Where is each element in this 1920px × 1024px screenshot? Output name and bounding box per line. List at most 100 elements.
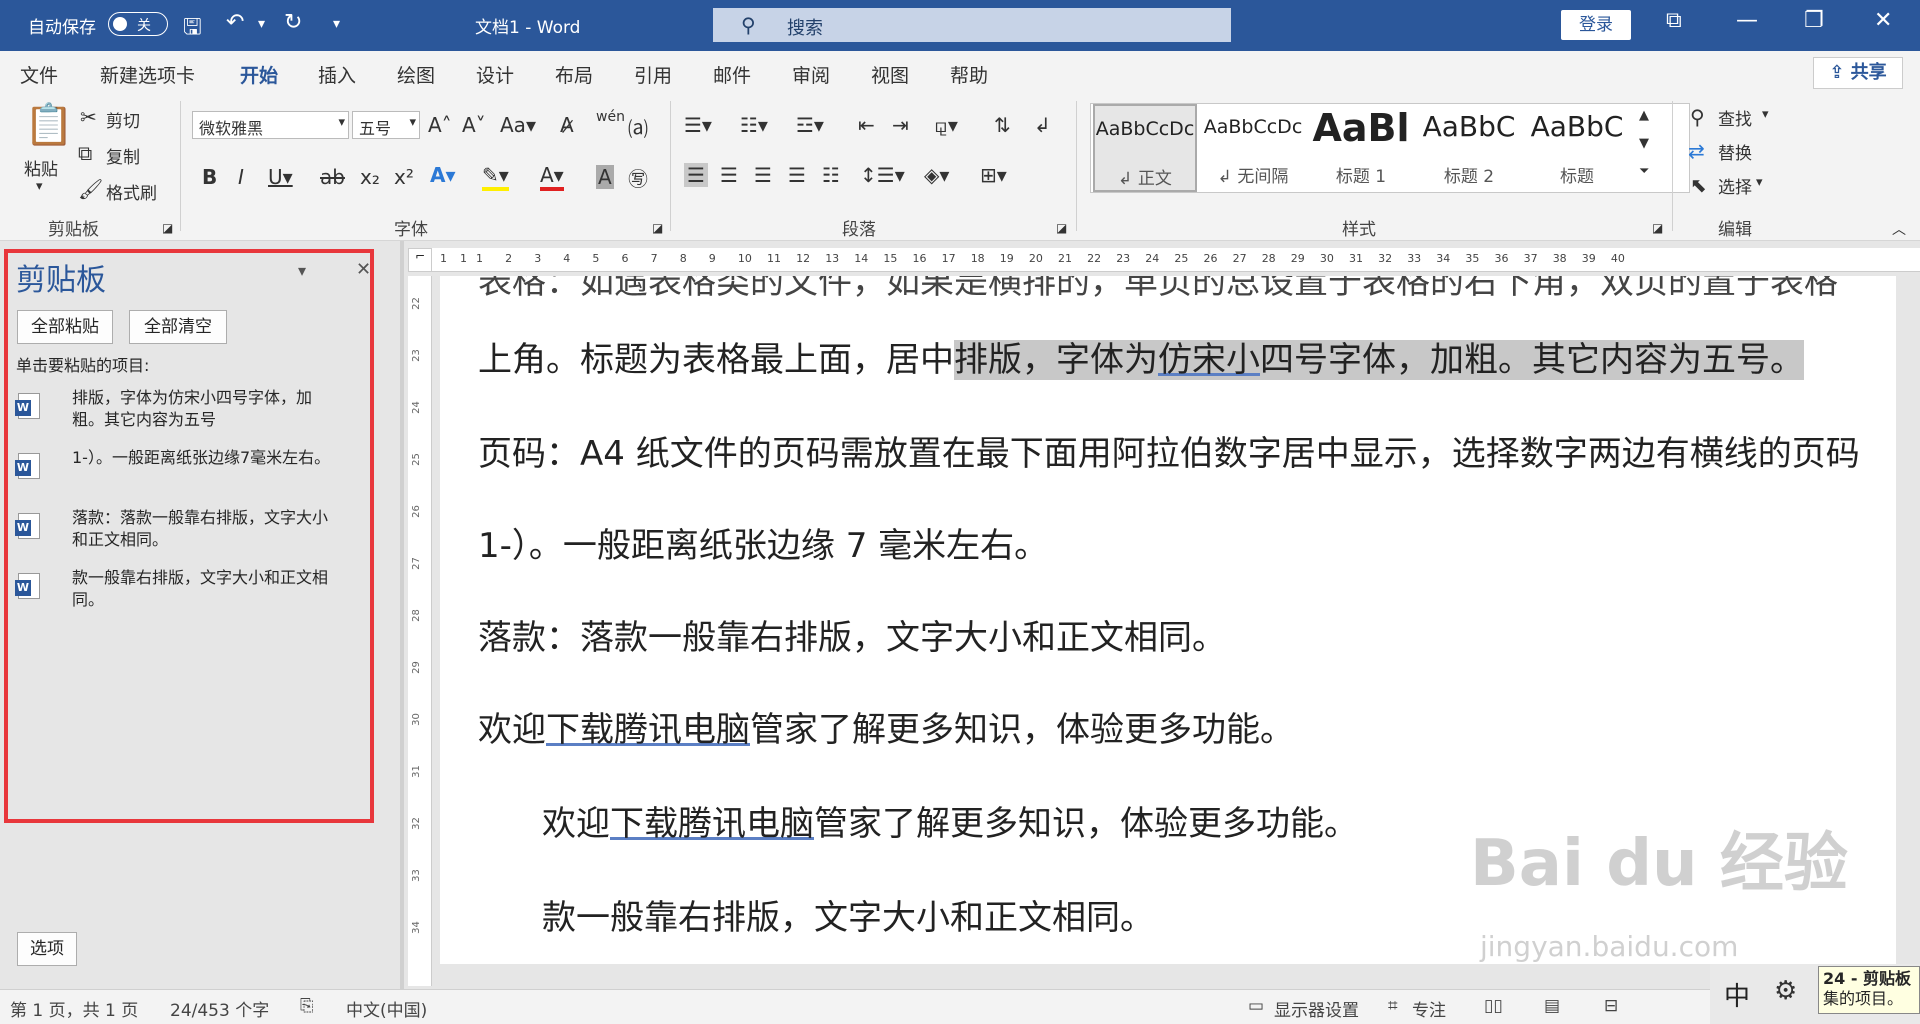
- justify-icon[interactable]: ☰: [788, 163, 806, 187]
- share-button[interactable]: ⇪ 共享: [1813, 57, 1903, 89]
- style-normal[interactable]: AaBbCcDc ↲ 正文: [1093, 104, 1197, 192]
- word-count[interactable]: 24/453 个字: [170, 996, 269, 1021]
- print-layout-icon[interactable]: ▤: [1544, 996, 1560, 1016]
- close-icon[interactable]: ✕: [1874, 8, 1892, 33]
- language[interactable]: 中文(中国): [346, 996, 427, 1021]
- style-heading-1[interactable]: AaBl 标题 1: [1311, 104, 1411, 192]
- select-icon[interactable]: ⬉: [1690, 173, 1707, 197]
- phonetic-guide-icon[interactable]: wén: [596, 109, 625, 125]
- pane-splitter[interactable]: [400, 241, 404, 993]
- style-no-spacing[interactable]: AaBbCcDc ↲ 无间隔: [1201, 104, 1305, 192]
- bold-icon[interactable]: B: [202, 165, 217, 189]
- copy-icon[interactable]: ⧉: [78, 141, 92, 165]
- font-family-select[interactable]: 微软雅黑 ▾: [192, 111, 349, 139]
- change-case-icon[interactable]: Aa▾: [500, 113, 536, 137]
- collapse-ribbon-icon[interactable]: ︿: [1892, 219, 1906, 239]
- undo-dropdown-icon[interactable]: ▾: [258, 16, 265, 32]
- display-settings-icon[interactable]: ▭: [1248, 996, 1264, 1016]
- focus-icon[interactable]: ⌗: [1388, 996, 1398, 1016]
- styles-more-icon[interactable]: ⏷: [1639, 164, 1649, 179]
- clipboard-item[interactable]: 1-）。一般距离纸张边缘7毫米左右。: [15, 447, 348, 493]
- clipboard-item[interactable]: 款一般靠右排版，文字大小和正文相同。: [15, 567, 348, 613]
- bullets-icon[interactable]: ☰▾: [684, 113, 712, 137]
- clipboard-item[interactable]: 落款：落款一般靠右排版，文字大小和正文相同。: [15, 507, 348, 553]
- web-layout-icon[interactable]: ⊟: [1604, 996, 1618, 1016]
- ime-indicator[interactable]: 中: [1724, 976, 1750, 1013]
- vertical-ruler[interactable]: 22 23 24 25 26 27 28 29 30 31 32 33 34: [408, 276, 432, 986]
- paste-all-button[interactable]: 全部粘贴: [17, 310, 113, 344]
- replace-label[interactable]: 替换: [1718, 139, 1752, 164]
- sort-icon[interactable]: ⇅: [994, 113, 1011, 137]
- focus-mode[interactable]: 专注: [1412, 996, 1446, 1021]
- shrink-font-icon[interactable]: A˅: [462, 113, 486, 137]
- styles-launcher-icon[interactable]: ◪: [1652, 221, 1663, 235]
- clear-all-button[interactable]: 全部清空: [129, 310, 227, 344]
- find-label[interactable]: 查找: [1718, 105, 1752, 130]
- align-center-icon[interactable]: ☰: [720, 163, 738, 187]
- tab-references[interactable]: 引用: [634, 61, 672, 88]
- redo-icon[interactable]: ↻: [284, 10, 302, 35]
- settings-gear-icon[interactable]: ⚙: [1774, 976, 1797, 1006]
- italic-icon[interactable]: I: [238, 165, 244, 189]
- minimize-icon[interactable]: —: [1736, 8, 1758, 33]
- paste-label[interactable]: 粘贴: [24, 155, 58, 180]
- tab-help[interactable]: 帮助: [950, 61, 988, 88]
- tab-mailings[interactable]: 邮件: [713, 61, 751, 88]
- find-dropdown-icon[interactable]: ▾: [1762, 107, 1769, 122]
- clipboard-item[interactable]: 排版，字体为仿宋小四号字体，加粗。其它内容为五号: [15, 387, 348, 433]
- customize-toolbar-icon[interactable]: ▾: [333, 16, 340, 32]
- align-left-icon[interactable]: ☰: [684, 163, 708, 187]
- cut-label[interactable]: 剪切: [106, 107, 140, 132]
- vertical-scrollbar[interactable]: [1896, 276, 1920, 964]
- show-marks-icon[interactable]: ↲: [1034, 113, 1051, 137]
- replace-icon[interactable]: ⇄: [1688, 139, 1705, 163]
- font-color-icon[interactable]: A▾: [540, 163, 564, 191]
- grow-font-icon[interactable]: A˄: [428, 113, 452, 137]
- restore-icon[interactable]: ❐: [1804, 8, 1824, 33]
- tab-selector-icon[interactable]: ⌐: [408, 248, 432, 272]
- highlight-icon[interactable]: ✎▾: [482, 163, 509, 191]
- pane-options-dropdown-icon[interactable]: ▾: [298, 261, 306, 280]
- tab-view[interactable]: 视图: [871, 61, 909, 88]
- subscript-icon[interactable]: x₂: [360, 165, 380, 189]
- tab-layout[interactable]: 布局: [555, 61, 593, 88]
- copy-label[interactable]: 复制: [106, 143, 140, 168]
- enclose-char-icon[interactable]: ㊢: [628, 163, 648, 192]
- tab-review[interactable]: 审阅: [792, 61, 830, 88]
- cut-icon[interactable]: ✂: [80, 105, 97, 129]
- find-icon[interactable]: ⚲: [1690, 105, 1705, 129]
- shading-icon[interactable]: ◈▾: [924, 163, 949, 187]
- tab-draw[interactable]: 绘图: [397, 61, 435, 88]
- ribbon-display-icon[interactable]: ⧉: [1666, 8, 1682, 33]
- paste-dropdown-icon[interactable]: ▾: [36, 179, 43, 194]
- underline-icon[interactable]: U▾: [268, 165, 293, 189]
- tab-file[interactable]: 文件: [20, 61, 58, 88]
- align-right-icon[interactable]: ☰: [754, 163, 772, 187]
- paragraph-launcher-icon[interactable]: ◪: [1056, 221, 1067, 235]
- proofing-icon[interactable]: ⎘: [300, 996, 314, 1016]
- font-size-select[interactable]: 五号 ▾: [352, 111, 420, 139]
- tab-new[interactable]: 新建选项卡: [100, 61, 195, 88]
- paste-icon[interactable]: 📋: [24, 101, 74, 148]
- clipboard-launcher-icon[interactable]: ◪: [162, 221, 173, 235]
- login-button[interactable]: 登录: [1561, 10, 1631, 40]
- clear-format-icon[interactable]: A̷: [560, 113, 574, 137]
- options-button[interactable]: 选项: [17, 932, 77, 966]
- read-mode-icon[interactable]: ▯▯: [1484, 996, 1503, 1016]
- superscript-icon[interactable]: x²: [394, 165, 414, 189]
- borders-icon[interactable]: ⊞▾: [980, 163, 1007, 187]
- format-painter-label[interactable]: 格式刷: [106, 179, 157, 204]
- char-shading-icon[interactable]: A: [596, 165, 614, 189]
- format-painter-icon[interactable]: 🖌: [78, 177, 103, 201]
- increase-indent-icon[interactable]: ⇥: [892, 113, 909, 137]
- select-label[interactable]: 选择: [1718, 173, 1752, 198]
- decrease-indent-icon[interactable]: ⇤: [858, 113, 875, 137]
- search-box[interactable]: ⚲ 搜索: [713, 8, 1231, 42]
- strikethrough-icon[interactable]: ab: [320, 165, 345, 189]
- char-border-icon[interactable]: ⒜: [628, 113, 648, 142]
- select-dropdown-icon[interactable]: ▾: [1756, 175, 1763, 190]
- tab-design[interactable]: 设计: [476, 61, 514, 88]
- display-settings[interactable]: 显示器设置: [1274, 996, 1359, 1021]
- undo-icon[interactable]: ↶: [226, 10, 244, 35]
- styles-scroll-up-icon[interactable]: ▲: [1639, 108, 1649, 123]
